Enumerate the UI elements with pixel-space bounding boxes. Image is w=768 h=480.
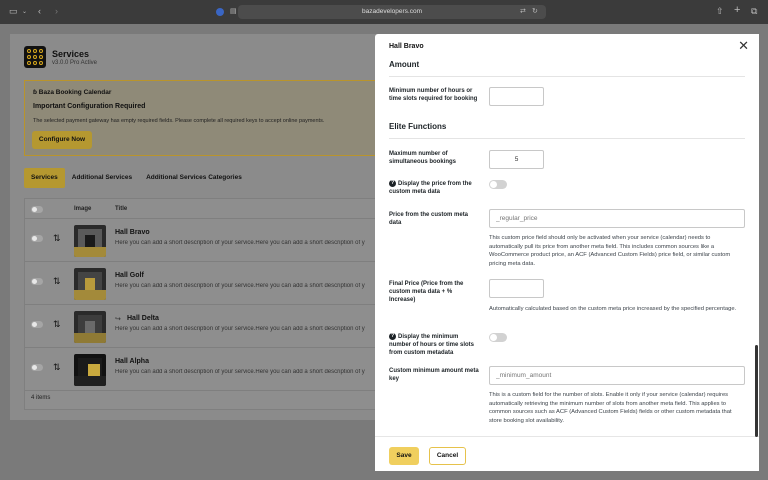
row-toggle[interactable] xyxy=(31,364,43,371)
row-toggle[interactable] xyxy=(31,235,43,242)
tab-services[interactable]: Services xyxy=(24,168,65,188)
sort-handle-icon[interactable]: ⇅ xyxy=(53,362,61,373)
page-title: Services xyxy=(52,49,90,59)
max-simultaneous-input[interactable]: 5 xyxy=(489,150,544,169)
tab-additional-services[interactable]: Additional Services xyxy=(65,168,139,188)
min-hours-label: Minimum number of hours or time slots re… xyxy=(389,88,478,102)
display-min-label: ? Display the minimum number of hours or … xyxy=(389,333,475,356)
save-button[interactable]: Save xyxy=(389,447,419,465)
service-thumbnail xyxy=(74,225,106,257)
min-meta-label: Custom minimum amount meta key xyxy=(389,368,479,382)
min-meta-help: This is a custom field for the number of… xyxy=(489,392,732,424)
service-name[interactable]: Hall Bravo xyxy=(115,229,150,236)
service-thumbnail xyxy=(74,354,106,386)
edit-service-panel: Hall Bravo ✕ Amount Minimum number of ho… xyxy=(375,34,759,471)
close-icon[interactable]: ✕ xyxy=(738,39,749,52)
address-bar[interactable]: ▤ bazadevelopers.com ⇄ ↻ xyxy=(216,5,546,19)
row-toggle[interactable] xyxy=(31,278,43,285)
display-min-toggle[interactable] xyxy=(489,333,507,342)
back-icon[interactable]: ‹ xyxy=(38,6,41,16)
panel-footer: Save Cancel xyxy=(375,436,759,471)
sort-handle-icon[interactable]: ⇅ xyxy=(53,233,61,244)
display-price-label: ? Display the price from the custom meta … xyxy=(389,180,472,195)
help-icon[interactable]: ? xyxy=(389,180,396,187)
table-row[interactable]: ⇅ Hall Bravo Here you can add a short de… xyxy=(25,219,383,262)
column-image: Image xyxy=(74,206,92,212)
notice-title: Important Configuration Required xyxy=(33,103,146,110)
reload-icon[interactable]: ↻ xyxy=(532,7,538,15)
service-name[interactable]: Hall Delta xyxy=(127,315,159,322)
divider xyxy=(389,138,745,139)
notice-body: The selected payment gateway has empty r… xyxy=(33,118,325,124)
service-name[interactable]: Hall Alpha xyxy=(115,358,149,365)
tabs-overview-icon[interactable]: ⧉ xyxy=(751,6,757,17)
table-header: Image Title xyxy=(25,199,383,219)
chevron-down-icon[interactable]: ⌄ xyxy=(22,8,27,15)
price-meta-input[interactable] xyxy=(489,209,745,228)
services-table: Image Title ⇅ Hall Bravo Here you can ad… xyxy=(24,198,384,410)
service-description: Here you can add a short description of … xyxy=(115,369,365,375)
sort-handle-icon[interactable]: ⇅ xyxy=(53,276,61,287)
table-row[interactable]: ⇅ Hall Golf Here you can add a short des… xyxy=(25,262,383,305)
max-simultaneous-label: Maximum number of simultaneous bookings xyxy=(389,151,457,165)
panel-body[interactable]: Amount Minimum number of hours or time s… xyxy=(375,60,759,436)
min-meta-input[interactable] xyxy=(489,366,745,385)
cancel-button[interactable]: Cancel xyxy=(429,447,466,465)
config-notice: ɓ Baza Booking Calendar Important Config… xyxy=(24,80,394,156)
service-description: Here you can add a short description of … xyxy=(115,326,365,332)
configure-now-button[interactable]: Configure Now xyxy=(32,131,92,149)
version-label: v3.0.0 Pro Active xyxy=(52,60,98,66)
translate-icon[interactable]: ⇄ xyxy=(520,7,526,15)
forward-icon[interactable]: › xyxy=(55,6,58,16)
sort-handle-icon[interactable]: ⇅ xyxy=(53,319,61,330)
final-price-label: Final Price (Price from the custom meta … xyxy=(389,281,464,303)
price-meta-label: Price from the custom meta data xyxy=(389,212,469,226)
elite-functions-heading: Elite Functions xyxy=(389,122,447,131)
sidebar-toggle-icon[interactable]: ▭ xyxy=(9,6,18,17)
service-description: Here you can add a short description of … xyxy=(115,240,365,246)
child-arrow-icon: ↪ xyxy=(115,316,121,323)
services-tabs: Services Additional Services Additional … xyxy=(24,168,249,188)
final-price-help: Automatically calculated based on the cu… xyxy=(489,306,737,312)
divider xyxy=(389,76,745,77)
table-row[interactable]: ⇅ ↪ Hall Delta Here you can add a short … xyxy=(25,305,383,348)
min-hours-input[interactable] xyxy=(489,87,544,106)
baza-logo-icon xyxy=(24,46,46,68)
notice-brand: ɓ Baza Booking Calendar xyxy=(33,89,112,96)
panel-title: Hall Bravo xyxy=(389,43,424,50)
item-count: 4 items xyxy=(31,395,51,401)
service-description: Here you can add a short description of … xyxy=(115,283,365,289)
table-row[interactable]: ⇅ Hall Alpha Here you can add a short de… xyxy=(25,348,383,391)
new-tab-icon[interactable]: + xyxy=(734,4,740,16)
price-meta-help: This custom price field should only be a… xyxy=(489,235,731,267)
service-thumbnail xyxy=(74,311,106,343)
site-favicon-icon xyxy=(216,8,224,16)
url-text: bazadevelopers.com xyxy=(362,8,422,15)
share-icon[interactable]: ⇧ xyxy=(716,6,724,17)
service-name[interactable]: Hall Golf xyxy=(115,272,144,279)
reader-icon[interactable]: ▤ xyxy=(230,7,237,15)
panel-scrollbar[interactable] xyxy=(755,345,758,437)
final-price-input[interactable] xyxy=(489,279,544,298)
column-title: Title xyxy=(115,206,128,212)
help-icon[interactable]: ? xyxy=(389,333,396,340)
browser-toolbar: ▭ ⌄ ‹ › ▤ bazadevelopers.com ⇄ ↻ ⇧ + ⧉ xyxy=(0,0,768,24)
tab-additional-services-categories[interactable]: Additional Services Categories xyxy=(139,168,249,188)
service-thumbnail xyxy=(74,268,106,300)
panel-header: Hall Bravo ✕ xyxy=(375,34,759,60)
display-price-toggle[interactable] xyxy=(489,180,507,189)
bulk-toggle[interactable] xyxy=(31,206,43,213)
amount-heading: Amount xyxy=(389,60,420,69)
row-toggle[interactable] xyxy=(31,321,43,328)
